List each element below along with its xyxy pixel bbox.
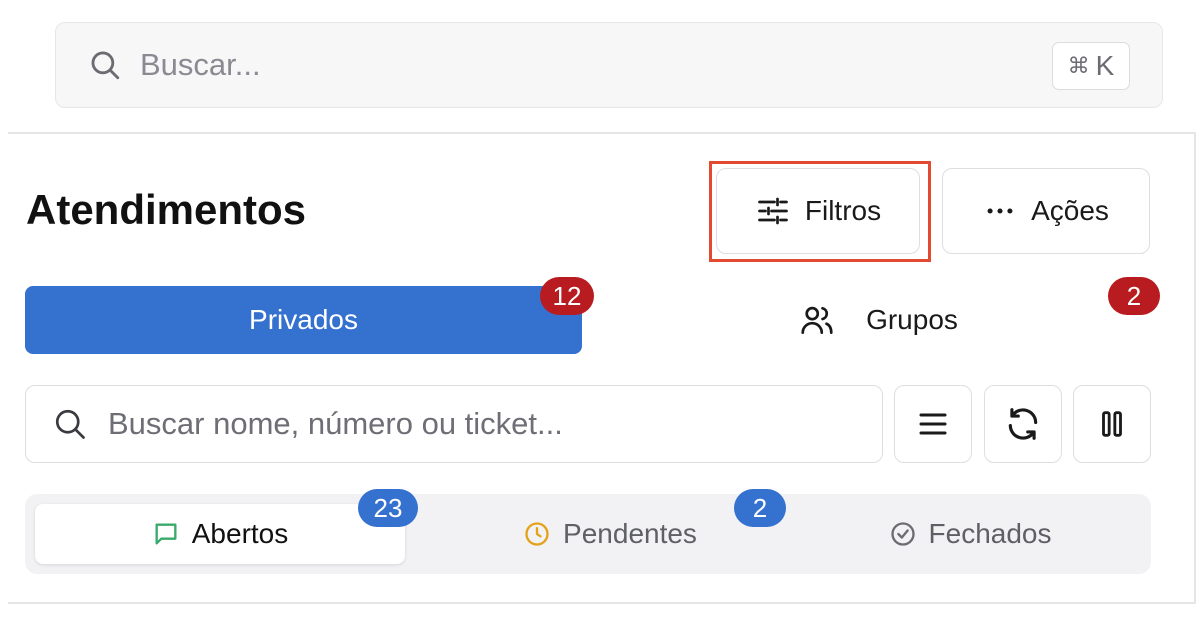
abertos-count-badge: 23 xyxy=(358,489,418,527)
refresh-icon xyxy=(1004,405,1042,443)
refresh-button[interactable] xyxy=(984,385,1062,463)
tab-privados[interactable]: Privados xyxy=(25,286,582,354)
tab-abertos-label: Abertos xyxy=(191,518,289,549)
tab-grupos-label: Grupos xyxy=(866,304,958,335)
check-circle-icon xyxy=(889,520,917,548)
filters-label: Filtros xyxy=(804,195,882,226)
clock-icon xyxy=(523,520,551,548)
actions-button[interactable]: Ações xyxy=(942,168,1150,254)
command-key-symbol: ⌘ xyxy=(1067,53,1090,78)
filters-button[interactable]: Filtros xyxy=(716,168,920,254)
shortcut-hint: ⌘ K xyxy=(1052,42,1130,90)
ticket-search-placeholder: Buscar nome, número ou ticket... xyxy=(108,406,563,441)
more-horizontal-icon xyxy=(983,194,1017,228)
tab-fechados-label: Fechados xyxy=(928,518,1052,549)
ticket-search-input[interactable]: Buscar nome, número ou ticket... xyxy=(25,385,883,463)
page-title: Atendimentos xyxy=(26,186,307,233)
tab-pendentes-label: Pendentes xyxy=(563,518,697,549)
global-search-placeholder: Buscar... xyxy=(140,47,261,82)
tab-grupos[interactable]: Grupos xyxy=(598,286,1158,354)
search-icon xyxy=(88,48,122,82)
tab-abertos[interactable]: Abertos xyxy=(35,504,405,564)
status-tabs: Abertos Pendentes Fechados xyxy=(25,494,1151,574)
menu-icon xyxy=(915,406,951,442)
global-search-bar[interactable]: Buscar... ⌘ K xyxy=(55,22,1163,108)
app-root: Buscar... ⌘ K Atendimentos Filtros Ações… xyxy=(0,0,1196,626)
message-icon xyxy=(152,520,180,548)
list-view-button[interactable] xyxy=(894,385,972,463)
actions-label: Ações xyxy=(1031,195,1109,226)
pendentes-count-badge: 2 xyxy=(734,489,786,527)
pause-icon xyxy=(1095,407,1129,441)
tab-privados-label: Privados xyxy=(249,304,358,335)
tab-fechados[interactable]: Fechados xyxy=(785,504,1155,564)
pause-button[interactable] xyxy=(1073,385,1151,463)
search-icon xyxy=(52,406,88,442)
grupos-count-badge: 2 xyxy=(1108,277,1160,315)
sliders-icon xyxy=(755,193,791,229)
shortcut-key: K xyxy=(1095,50,1115,81)
users-icon xyxy=(798,301,836,339)
privados-count-badge: 12 xyxy=(540,277,594,315)
tickets-panel: Atendimentos Filtros Ações Privados 12 G… xyxy=(8,132,1196,604)
